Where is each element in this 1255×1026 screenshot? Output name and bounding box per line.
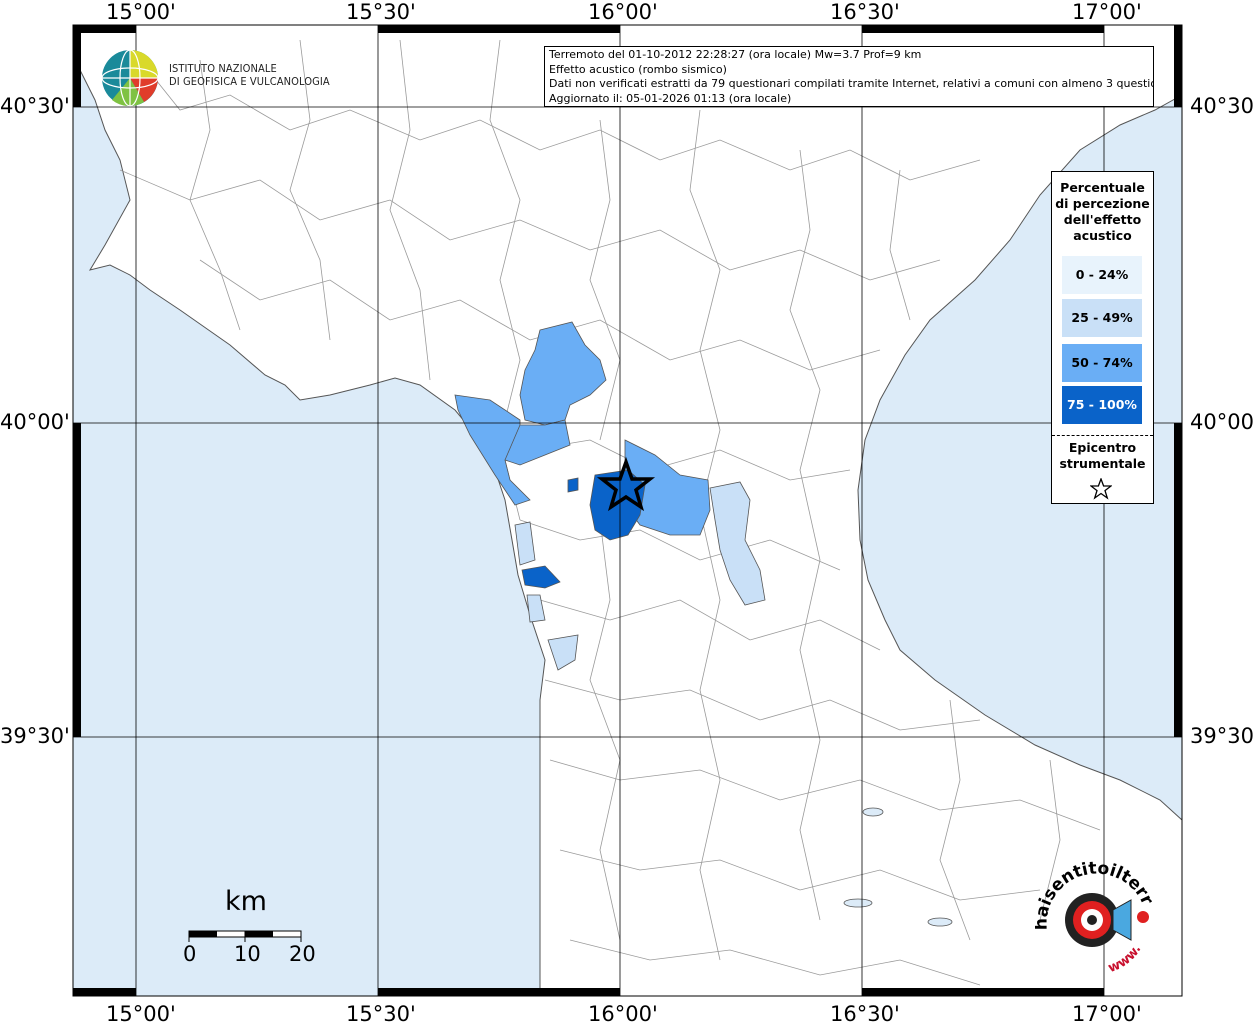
- legend-class-0: 0 - 24%: [1062, 256, 1142, 294]
- legend-star-icon: [1090, 478, 1112, 500]
- event-info-line2: Effetto acustico (rombo sismico): [549, 62, 727, 76]
- lat-label-left: 40°30': [0, 94, 70, 118]
- lon-label-top: 15°00': [106, 0, 176, 24]
- legend-epicenter-line2: strumentale: [1059, 456, 1146, 471]
- lat-label-left: 39°30': [0, 724, 70, 748]
- scale-bar-graphic: [188, 930, 302, 942]
- legend-title-line2: di percezione: [1055, 196, 1150, 211]
- lon-label-top: 16°00': [588, 0, 658, 24]
- legend-epicenter-line1: Epicentro: [1068, 440, 1137, 455]
- legend-title: Percentuale di percezione dell'effetto a…: [1052, 180, 1153, 244]
- legend-class-2: 50 - 74%: [1062, 344, 1142, 382]
- legend: Percentuale di percezione dell'effetto a…: [1051, 171, 1154, 504]
- ingv-logo-text: ISTITUTO NAZIONALE DI GEOFISICA E VULCAN…: [169, 62, 330, 88]
- lake: [927, 917, 953, 927]
- lon-label-bottom: 16°00': [588, 1002, 658, 1026]
- ingv-logo-icon: [100, 48, 164, 112]
- lon-label-top: 15°30': [346, 0, 416, 24]
- haisentito-logo-url: www.: [1106, 942, 1144, 976]
- lon-label-top: 17°00': [1072, 0, 1142, 24]
- haisentito-logo-icon[interactable]: haisentitoilterremoto.it www.: [1026, 845, 1160, 989]
- scale-label-0: 0: [183, 942, 197, 966]
- ingv-logo-line2: DI GEOFISICA E VULCANOLOGIA: [169, 75, 330, 88]
- event-info-line4: Aggiornato il: 05-01-2026 01:13 (ora loc…: [549, 91, 792, 105]
- legend-class-1: 25 - 49%: [1062, 299, 1142, 337]
- lat-label-right: 40°30': [1190, 94, 1255, 118]
- legend-separator: [1052, 435, 1153, 436]
- lat-label-right: 40°00': [1190, 410, 1255, 434]
- event-info-box: Terremoto del 01-10-2012 22:28:27 (ora l…: [544, 46, 1154, 107]
- svg-text:www.: www.: [1106, 942, 1144, 976]
- event-info-line3: Dati non verificati estratti da 79 quest…: [549, 77, 1154, 90]
- legend-title-line1: Percentuale: [1060, 180, 1145, 195]
- lon-label-bottom: 15°00': [106, 1002, 176, 1026]
- legend-title-line4: acustico: [1073, 228, 1132, 243]
- lat-label-left: 40°00': [0, 410, 70, 434]
- scale-unit: km: [225, 886, 267, 917]
- lat-label-right: 39°30': [1190, 724, 1255, 748]
- legend-epicenter-label: Epicentro strumentale: [1052, 440, 1153, 472]
- lon-label-bottom: 17°00': [1072, 1002, 1142, 1026]
- ingv-logo-line1: ISTITUTO NAZIONALE: [169, 62, 277, 75]
- scale-label-20: 20: [289, 942, 316, 966]
- event-info-line1: Terremoto del 01-10-2012 22:28:27 (ora l…: [549, 48, 922, 61]
- scale-bar: km 0 10 20: [183, 886, 325, 976]
- area-75-100-small: [567, 477, 579, 493]
- lon-label-bottom: 15°30': [346, 1002, 416, 1026]
- lon-label-bottom: 16°30': [830, 1002, 900, 1026]
- scale-label-10: 10: [234, 942, 261, 966]
- lon-label-top: 16°30': [830, 0, 900, 24]
- legend-title-line3: dell'effetto: [1063, 212, 1142, 227]
- lake: [862, 807, 884, 817]
- legend-class-3: 75 - 100%: [1062, 386, 1142, 424]
- lake: [843, 898, 873, 908]
